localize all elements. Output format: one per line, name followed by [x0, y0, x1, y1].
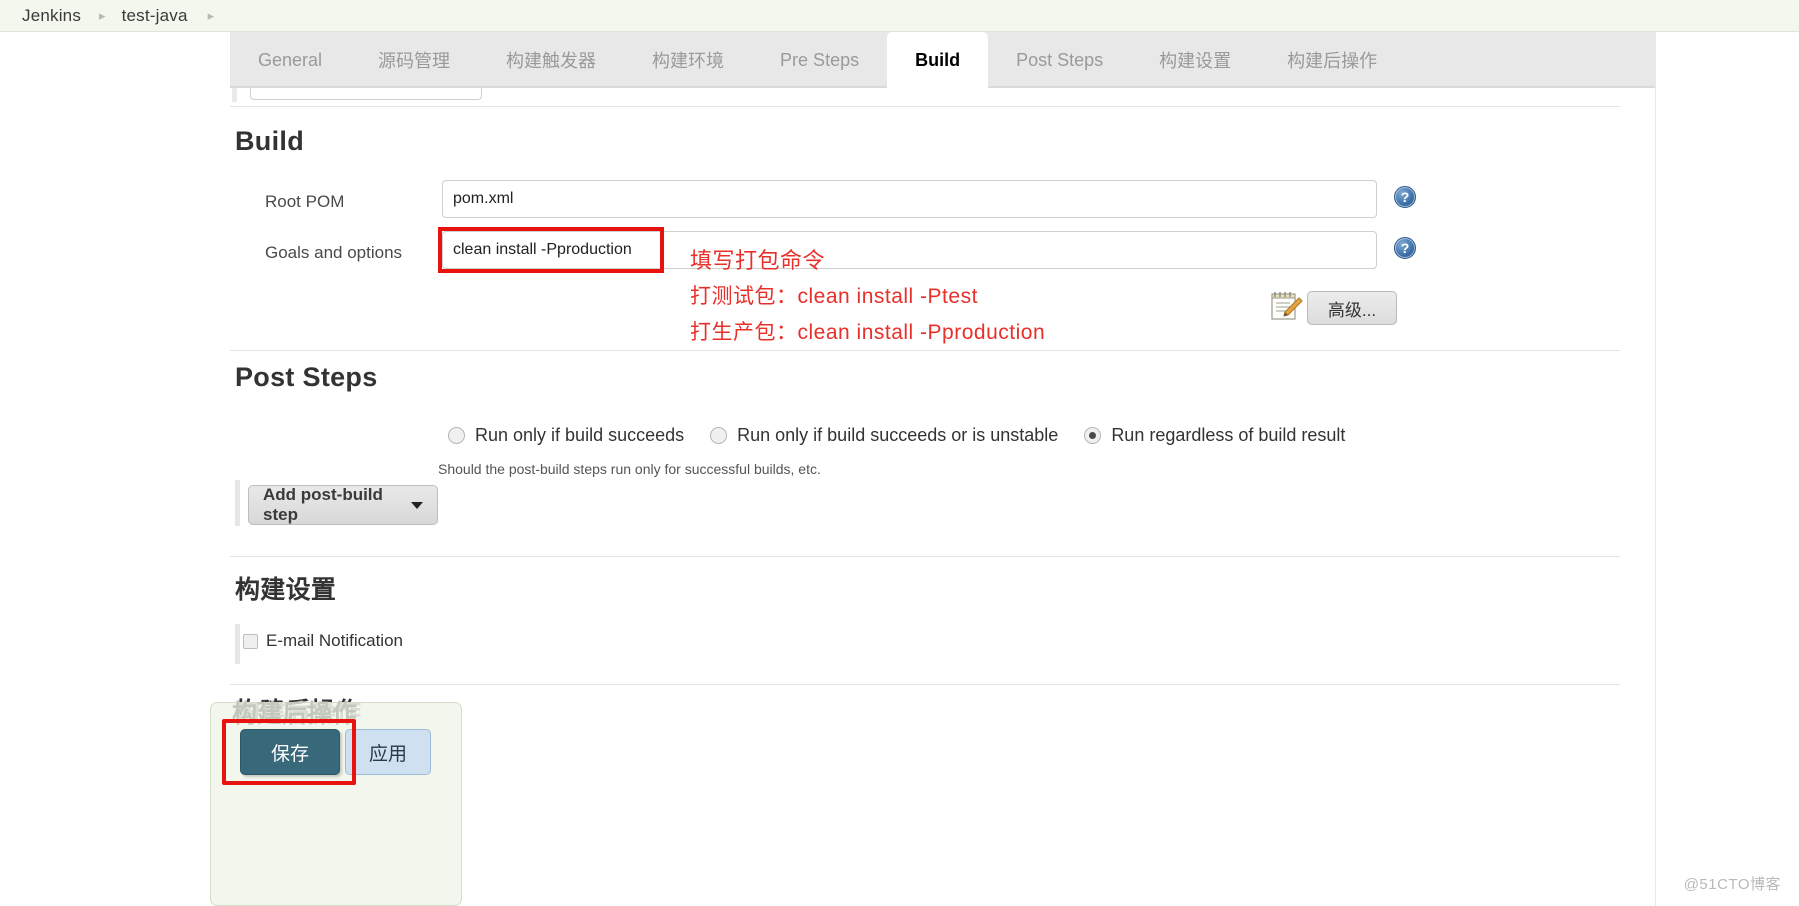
annotation-fill-command: 填写打包命令: [690, 248, 826, 273]
root-pom-input[interactable]: [442, 180, 1377, 218]
jenkins-job-config-page: Jenkins ▸ test-java ▸ General 源码管理 构建触发器…: [0, 0, 1799, 906]
radio-label-run-if-succeeds-or-unstable: Run only if build succeeds or is unstabl…: [737, 425, 1059, 445]
post-steps-title: Post Steps: [235, 362, 378, 392]
build-section-title: Build: [235, 126, 304, 156]
divider-below-build-settings: [230, 684, 1620, 685]
root-pom-help-icon[interactable]: ?: [1394, 186, 1416, 208]
tab-build-env[interactable]: 构建环境: [624, 32, 752, 88]
tab-post-steps[interactable]: Post Steps: [988, 32, 1131, 88]
post-steps-accent-bar: [235, 480, 240, 526]
post-steps-radio-group: Run only if build succeeds Run only if b…: [448, 425, 1371, 446]
breadcrumb: Jenkins ▸ test-java ▸: [0, 0, 1799, 32]
goals-and-options-help-icon[interactable]: ?: [1394, 237, 1416, 259]
annotation-production-package: 打生产包：clean install -Pproduction: [690, 321, 1046, 344]
right-gutter: [1655, 32, 1799, 906]
breadcrumb-separator-icon-2[interactable]: ▸: [208, 8, 215, 24]
notepad-pencil-icon: [1271, 292, 1303, 320]
breadcrumb-item-test-java[interactable]: test-java: [122, 6, 188, 26]
goals-and-options-label: Goals and options: [265, 243, 403, 262]
tab-pre-steps[interactable]: Pre Steps: [752, 32, 887, 88]
breadcrumb-item-jenkins[interactable]: Jenkins: [22, 6, 81, 26]
tab-general[interactable]: General: [230, 32, 350, 88]
advanced-button[interactable]: 高级...: [1307, 291, 1397, 325]
divider-below-build: [230, 350, 1620, 351]
goals-and-options-input[interactable]: [442, 231, 1377, 269]
left-gutter: [0, 32, 230, 906]
build-settings-title: 构建设置: [235, 576, 337, 604]
radio-run-if-succeeds[interactable]: [448, 427, 465, 444]
email-notification-label: E-mail Notification: [266, 631, 403, 650]
add-post-build-step-label: Add post-build step: [263, 485, 383, 524]
email-notification-checkbox[interactable]: [243, 634, 258, 649]
radio-run-regardless[interactable]: [1084, 427, 1102, 444]
save-button[interactable]: 保存: [240, 729, 340, 775]
post-build-actions-ghost-title: 构建后操作: [232, 700, 358, 728]
annotation-test-package: 打测试包：clean install -Ptest: [690, 285, 978, 308]
watermark: @51CTO博客: [1683, 876, 1781, 893]
radio-label-run-regardless: Run regardless of build result: [1111, 425, 1346, 445]
section-accent-bar: [232, 88, 237, 102]
radio-label-run-if-succeeds: Run only if build succeeds: [475, 425, 685, 445]
breadcrumb-separator-icon: ▸: [99, 7, 106, 23]
tab-triggers[interactable]: 构建触发器: [478, 32, 624, 88]
radio-run-if-succeeds-or-unstable[interactable]: [710, 427, 728, 444]
chevron-down-icon: [411, 501, 423, 509]
root-pom-label: Root POM: [265, 192, 345, 211]
add-post-build-step-button[interactable]: Add post-build step: [248, 485, 438, 525]
tab-build-settings[interactable]: 构建设置: [1131, 32, 1259, 88]
post-steps-help-text: Should the post-build steps run only for…: [438, 461, 821, 477]
tab-scm[interactable]: 源码管理: [350, 32, 478, 88]
apply-button[interactable]: 应用: [345, 729, 431, 775]
tab-build[interactable]: Build: [887, 32, 989, 88]
previous-section-input[interactable]: [250, 88, 482, 100]
divider-below-post-steps: [230, 556, 1620, 557]
tab-post-build-actions[interactable]: 构建后操作: [1259, 32, 1405, 88]
config-tab-bar: General 源码管理 构建触发器 构建环境 Pre Steps Build …: [230, 32, 1655, 88]
build-settings-accent-bar: [235, 624, 240, 664]
divider-above-build: [230, 106, 1620, 107]
